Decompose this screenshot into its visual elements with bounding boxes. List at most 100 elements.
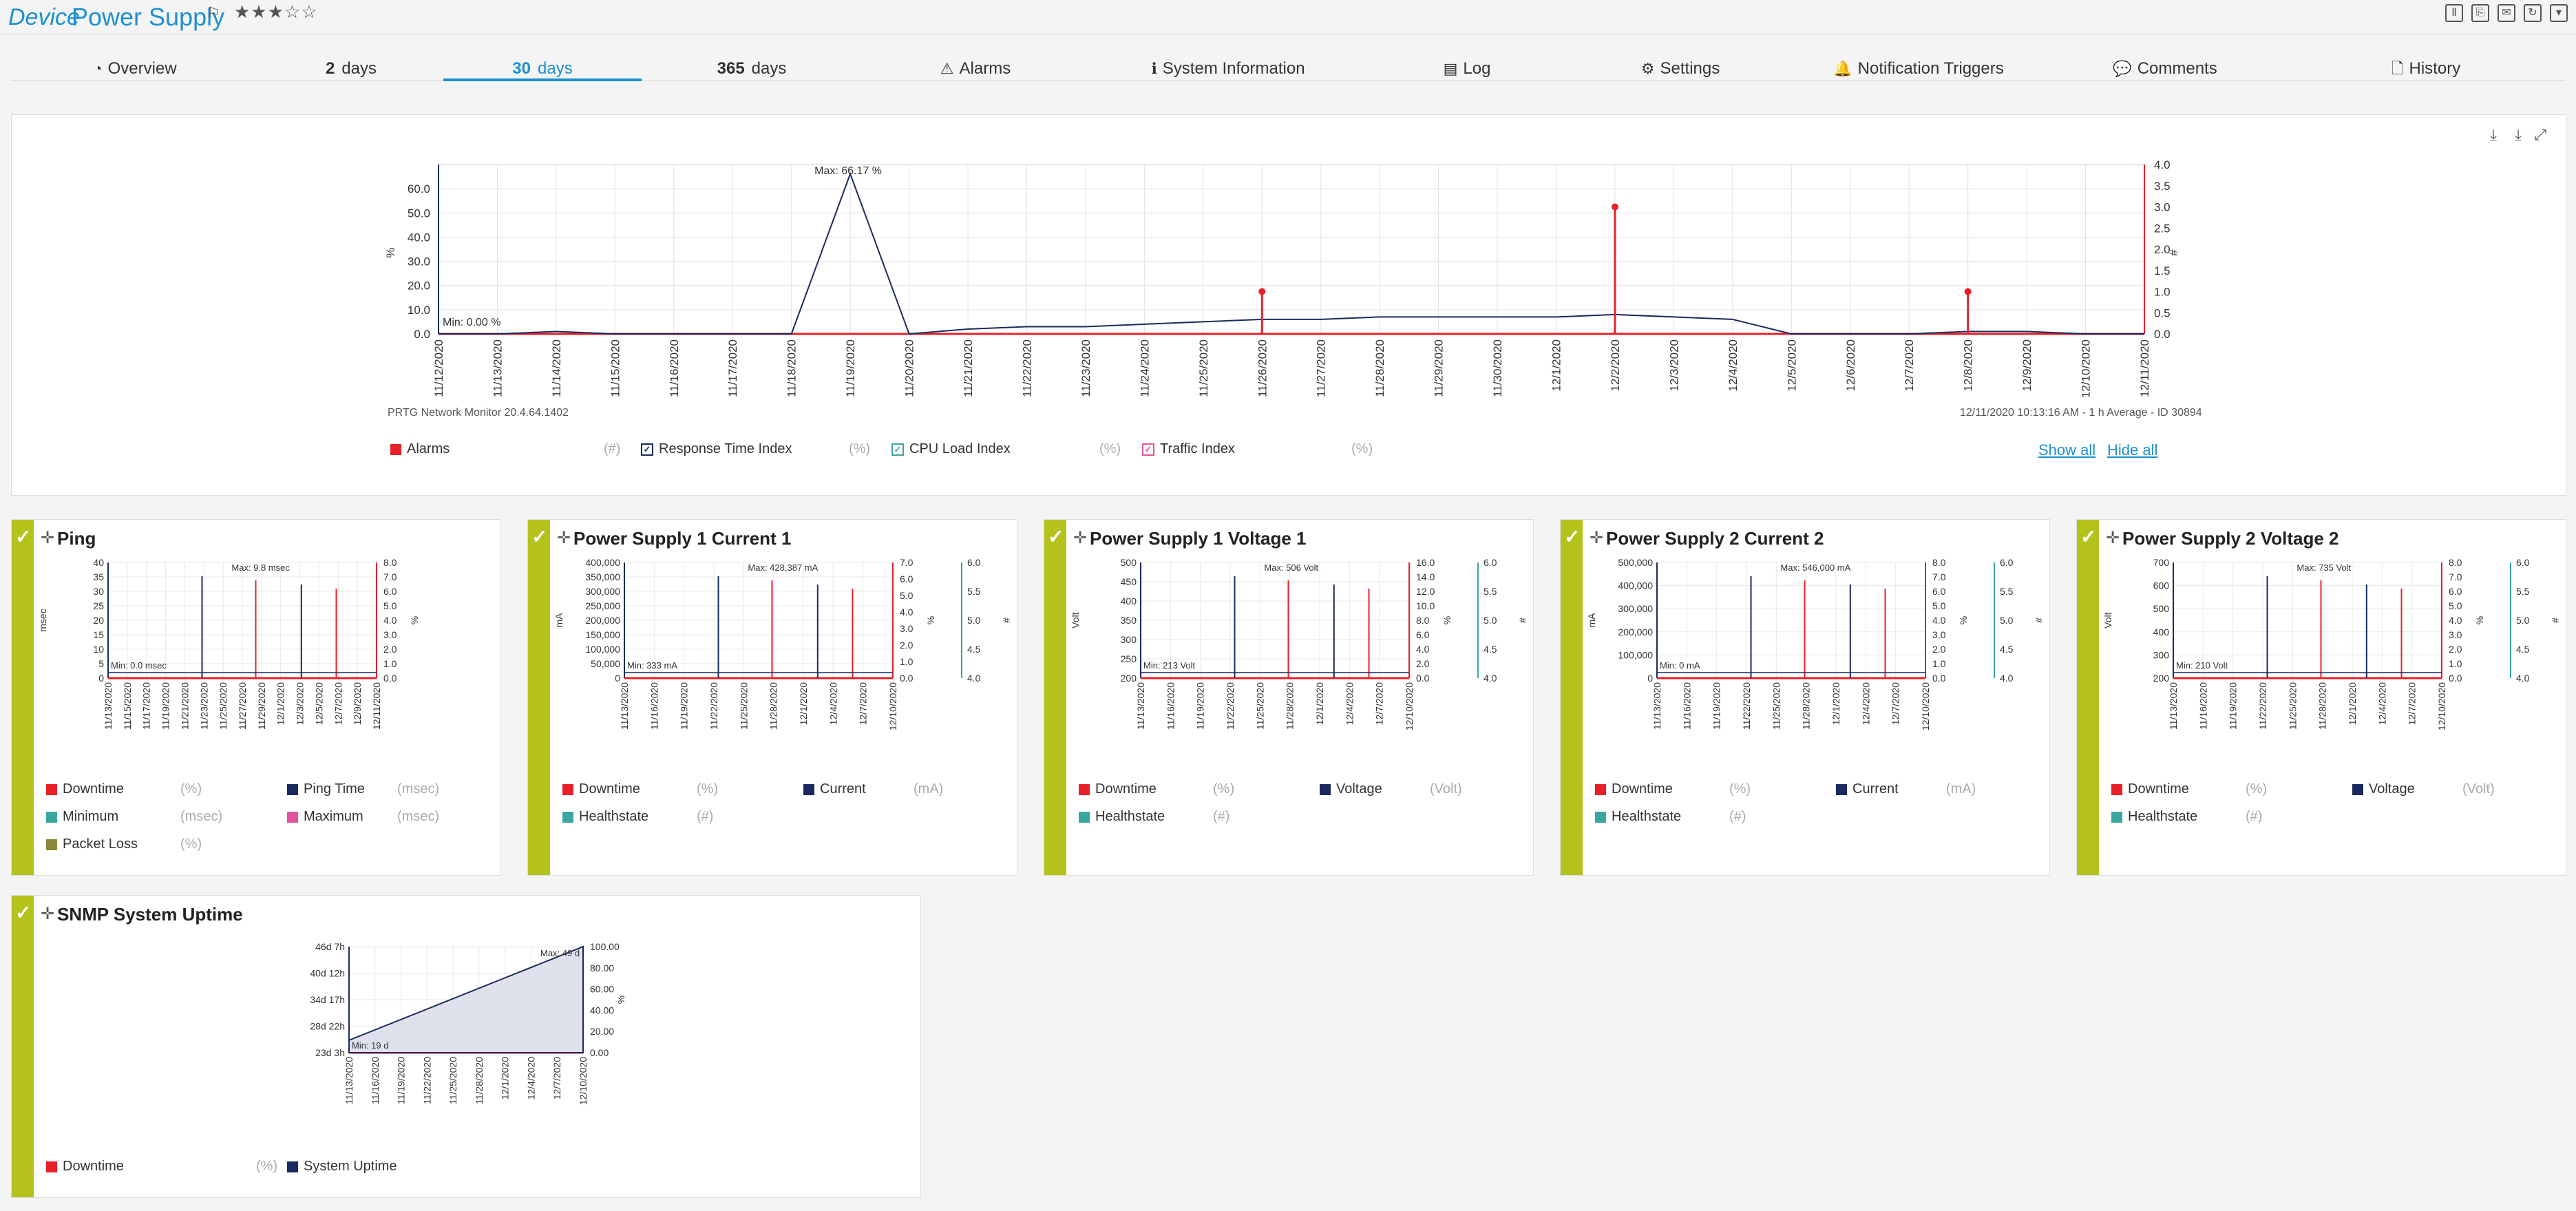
x-tick-label: 11/29/2020: [1433, 339, 1446, 397]
legend-item-voltage[interactable]: Voltage: [2352, 781, 2415, 797]
x-tick-label: 11/21/2020: [962, 339, 975, 397]
legend-item-ping-time[interactable]: Ping Time: [287, 781, 365, 797]
tab-history[interactable]: 🗋 History: [2287, 51, 2565, 81]
sensor-title[interactable]: Power Supply 2 Voltage 2: [2122, 528, 2339, 549]
refresh-icon[interactable]: ↻: [2524, 4, 2542, 22]
menu-icon[interactable]: ▾: [2550, 4, 2568, 22]
sensor-title[interactable]: Power Supply 2 Current 2: [1606, 528, 1824, 549]
x-tick-label: 11/24/2020: [1138, 339, 1151, 397]
legend-item-healthstate[interactable]: Healthstate: [2111, 809, 2197, 825]
pause-icon[interactable]: Ⅱ: [2445, 4, 2463, 22]
tab-settings[interactable]: ⚙ Settings: [1567, 51, 1794, 81]
hide-all-link[interactable]: Hide all: [2107, 441, 2157, 459]
export-icon[interactable]: ⎘: [2471, 4, 2489, 22]
email-icon[interactable]: ✉: [2498, 4, 2515, 22]
drag-handle-icon[interactable]: ✛: [1073, 528, 1087, 548]
show-all-link[interactable]: Show all: [2038, 441, 2095, 459]
legend-label: Voltage: [2369, 781, 2415, 797]
tab-notification-triggers[interactable]: 🔔 Notification Triggers: [1794, 51, 2043, 81]
legend-unit: (mA): [914, 781, 944, 797]
x-tick-label: 12/4/2020: [1344, 682, 1355, 725]
y-tick-label-right2: 5.0: [2516, 615, 2530, 626]
drag-handle-icon[interactable]: ✛: [41, 528, 54, 548]
tab-comments[interactable]: 💬 Comments: [2043, 51, 2287, 81]
x-tick-label: 12/1/2020: [1830, 682, 1841, 725]
drag-handle-icon[interactable]: ✛: [2106, 528, 2120, 548]
y-tick-label-left: 400: [2153, 626, 2170, 638]
legend-item-alarms[interactable]: Alarms: [390, 441, 450, 457]
y-tick-label-left: 200: [1121, 673, 1137, 684]
status-ok-icon: ✓: [15, 902, 32, 923]
x-tick-label: 12/11/2020: [371, 682, 382, 730]
legend-item-downtime[interactable]: Downtime: [1079, 781, 1157, 797]
tab-label: Notification Triggers: [1857, 59, 2004, 78]
tab-days-30[interactable]: 30 days: [443, 51, 642, 81]
legend-item-healthstate[interactable]: Healthstate: [1595, 809, 1681, 825]
y-tick-label-left: 100,000: [585, 644, 620, 655]
tab-label: Comments: [2137, 59, 2217, 78]
y-tick-label-right: 4.0: [1932, 615, 1946, 626]
max-annotation: Max: 9.8 msec: [231, 562, 290, 573]
legend-item-current[interactable]: Current: [1836, 781, 1899, 797]
legend-item-response-time-index[interactable]: ✓ Response Time Index: [641, 441, 792, 457]
x-tick-label: 11/13/2020: [1135, 682, 1146, 730]
legend-item-downtime[interactable]: Downtime: [562, 781, 640, 797]
sensor-title[interactable]: Ping: [57, 528, 96, 549]
drag-handle-icon[interactable]: ✛: [1590, 528, 1603, 548]
legend-item-downtime[interactable]: Downtime: [1595, 781, 1673, 797]
legend-item-downtime[interactable]: Downtime: [46, 781, 124, 797]
priority-stars[interactable]: ★★★☆☆: [234, 1, 318, 23]
y-tick-label-right: 4.0: [2449, 615, 2462, 626]
legend-item-minimum[interactable]: Minimum: [46, 809, 118, 825]
legend-item-traffic-index[interactable]: ✓ Traffic Index: [1142, 441, 1235, 457]
y-tick-label-left: 25: [93, 600, 104, 611]
legend-label: Current: [1852, 781, 1899, 797]
y-tick-label-right2: 4.0: [2000, 673, 2014, 684]
legend-item-maximum[interactable]: Maximum: [287, 809, 363, 825]
tab-system-information[interactable]: ℹ System Information: [1089, 51, 1367, 81]
x-tick-label: 12/10/2020: [1920, 682, 1931, 730]
x-tick-label: 11/13/2020: [103, 682, 114, 730]
y-tick-label-right: 1.5: [2154, 264, 2171, 277]
x-tick-label: 12/7/2020: [858, 682, 869, 725]
tab-overview[interactable]: ◔ Overview: [11, 51, 259, 81]
legend-item-healthstate[interactable]: Healthstate: [1079, 809, 1165, 825]
device-prefix: Device: [8, 4, 80, 30]
legend-item-downtime[interactable]: Downtime: [2111, 781, 2189, 797]
sensor-title[interactable]: SNMP System Uptime: [57, 904, 243, 925]
tab-log[interactable]: ▤ Log: [1367, 51, 1567, 81]
drag-handle-icon[interactable]: ✛: [41, 904, 54, 924]
x-tick-label: 11/19/2020: [396, 1057, 407, 1104]
x-tick-label: 12/1/2020: [1314, 682, 1325, 725]
legend-item-healthstate[interactable]: Healthstate: [562, 809, 648, 825]
drag-handle-icon[interactable]: ✛: [557, 528, 571, 548]
legend-item-voltage[interactable]: Voltage: [1320, 781, 1382, 797]
legend-unit: (msec): [397, 809, 440, 824]
legend-label: Downtime: [63, 781, 124, 797]
legend-swatch: [1595, 783, 1606, 795]
legend-item-current[interactable]: Current: [803, 781, 866, 797]
legend-item-packet-loss[interactable]: Packet Loss: [46, 836, 138, 852]
y-axis-label-right: %: [2474, 616, 2485, 624]
min-annotation: Min: 0 mA: [1660, 660, 1700, 671]
alarm-point: [1964, 288, 1972, 295]
sensor-title[interactable]: Power Supply 1 Voltage 1: [1090, 528, 1307, 549]
y-tick-label-right: 3.0: [383, 629, 397, 640]
legend-unit: (%): [1729, 781, 1751, 797]
tab-days-2[interactable]: 2 days: [259, 51, 443, 81]
legend-unit: (#): [604, 441, 621, 456]
legend-item-system-uptime[interactable]: System Uptime: [287, 1159, 397, 1175]
legend-swatch: [46, 839, 57, 850]
legend-item-cpu-load-index[interactable]: ✓ CPU Load Index: [891, 441, 1011, 457]
y-tick-label-left: 300,000: [585, 586, 620, 597]
tab-alarms[interactable]: ⚠ Alarms: [862, 51, 1089, 81]
legend-item-downtime[interactable]: Downtime: [46, 1159, 124, 1175]
y-tick-label-right: 0.00: [590, 1047, 609, 1058]
legend-swatch: [390, 443, 401, 455]
legend-unit: (#): [2246, 809, 2263, 824]
sensor-title[interactable]: Power Supply 1 Current 1: [573, 528, 791, 549]
legend-unit: (%): [1213, 781, 1235, 797]
flag-icon[interactable]: ⚐: [207, 4, 220, 22]
y-tick-label-left: 150,000: [585, 629, 620, 640]
tab-days-365[interactable]: 365 days: [642, 51, 862, 81]
